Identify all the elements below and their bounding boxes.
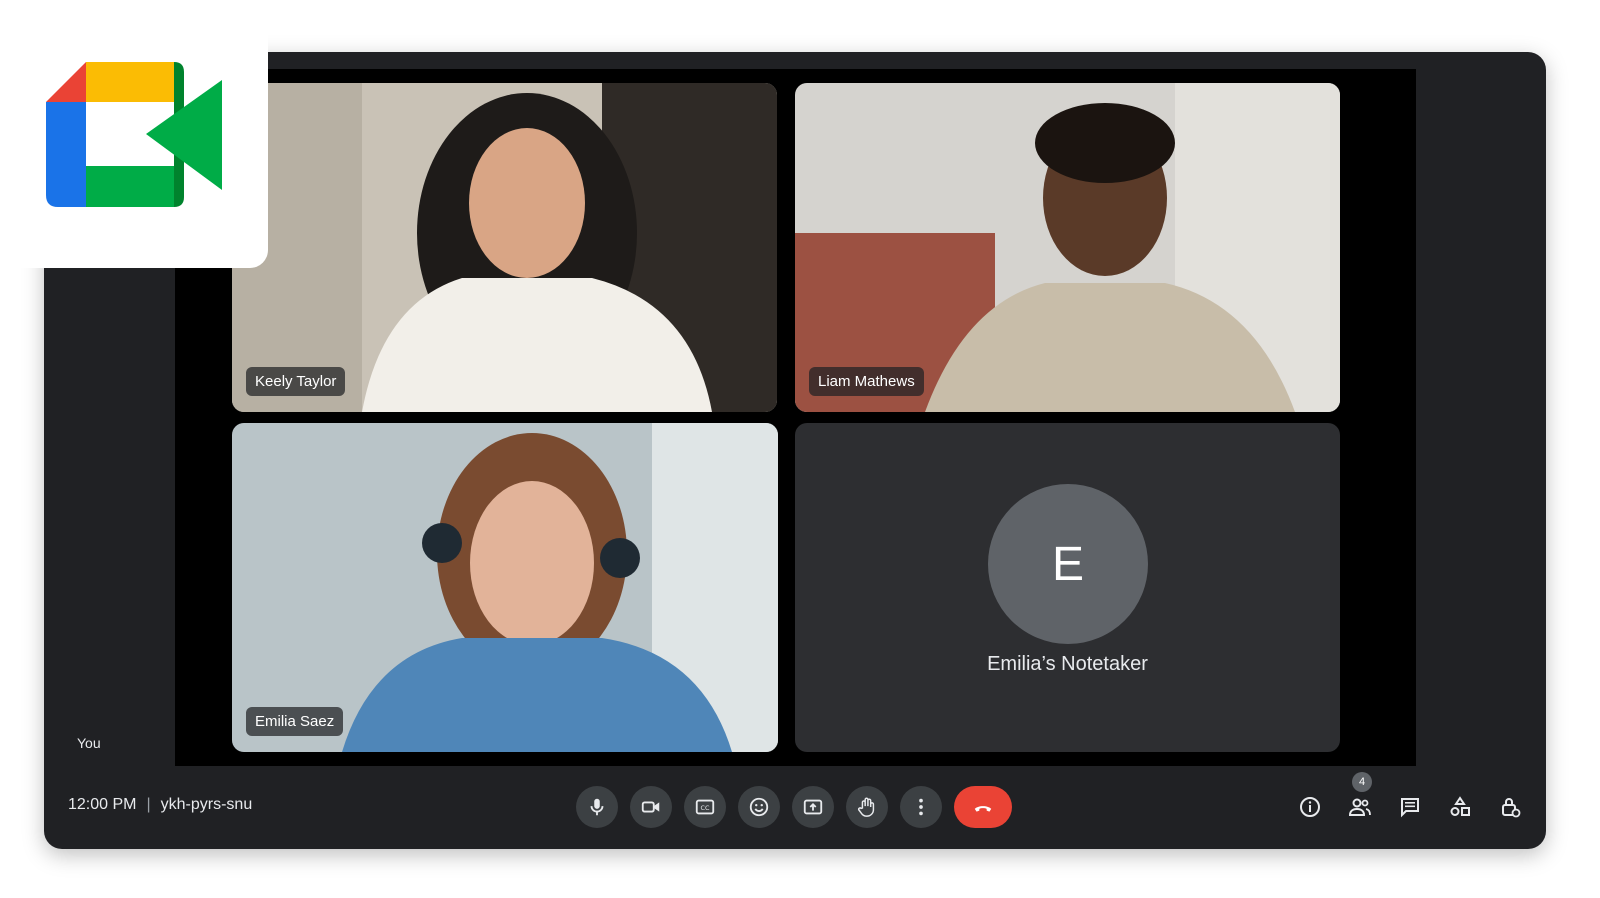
video-stage: Keely Taylor Liam Mathews Emilia Saez E … — [175, 69, 1416, 766]
camera-icon — [641, 801, 660, 813]
participant-count-badge: 4 — [1352, 772, 1372, 792]
participant-tile-liam-mathews[interactable]: Liam Mathews — [795, 83, 1340, 412]
svg-text:CC: CC — [701, 804, 710, 812]
meeting-info: 12:00 PM | ykh-pyrs-snu — [68, 796, 252, 814]
meeting-details-button[interactable] — [1292, 786, 1328, 828]
call-controls: CC — [576, 786, 1012, 828]
self-view-label: You — [77, 735, 101, 751]
participant-tile-notetaker[interactable]: E Emilia’s Notetaker — [795, 423, 1340, 752]
end-call-button[interactable] — [954, 786, 1012, 828]
meeting-info-separator: | — [146, 796, 151, 813]
activities-icon — [1450, 796, 1470, 816]
participant-tile-keely-taylor[interactable]: Keely Taylor — [232, 83, 777, 412]
participant-tile-emilia-saez[interactable]: Emilia Saez — [232, 423, 778, 752]
people-icon — [1348, 798, 1371, 816]
captions-icon: CC — [695, 799, 715, 815]
participant-name-label: Emilia’s Notetaker — [987, 653, 1148, 675]
microphone-button[interactable] — [576, 786, 618, 828]
end-call-icon — [974, 806, 992, 812]
avatar: E — [988, 484, 1148, 644]
raise-hand-button[interactable] — [846, 786, 888, 828]
more-options-icon — [919, 798, 923, 816]
participant-name-label: Keely Taylor — [246, 367, 346, 396]
info-icon — [1300, 797, 1320, 817]
people-button[interactable]: 4 — [1342, 772, 1378, 828]
meet-window: Keely Taylor Liam Mathews Emilia Saez E … — [44, 52, 1546, 849]
meeting-code: ykh-pyrs-snu — [160, 796, 253, 813]
chat-icon — [1401, 798, 1419, 818]
participant-video — [232, 83, 777, 412]
participant-video — [795, 83, 1340, 412]
host-controls-icon — [1502, 798, 1521, 818]
google-meet-logo-card — [0, 0, 268, 268]
participant-name-label: Emilia Saez — [246, 707, 344, 736]
present-screen-icon — [803, 799, 823, 815]
emoji-icon — [749, 797, 769, 817]
present-button[interactable] — [792, 786, 834, 828]
participant-video — [232, 423, 778, 752]
more-options-button[interactable] — [900, 786, 942, 828]
host-controls-button[interactable] — [1492, 786, 1528, 828]
camera-button[interactable] — [630, 786, 672, 828]
microphone-icon — [590, 798, 604, 816]
raise-hand-icon — [858, 797, 875, 817]
reactions-button[interactable] — [738, 786, 780, 828]
side-actions: 4 — [1292, 772, 1528, 828]
captions-button[interactable]: CC — [684, 786, 726, 828]
google-meet-logo — [46, 62, 222, 207]
activities-button[interactable] — [1442, 786, 1478, 828]
chat-button[interactable] — [1392, 786, 1428, 828]
meeting-time: 12:00 PM — [68, 796, 137, 813]
participant-name-label: Liam Mathews — [809, 367, 924, 396]
